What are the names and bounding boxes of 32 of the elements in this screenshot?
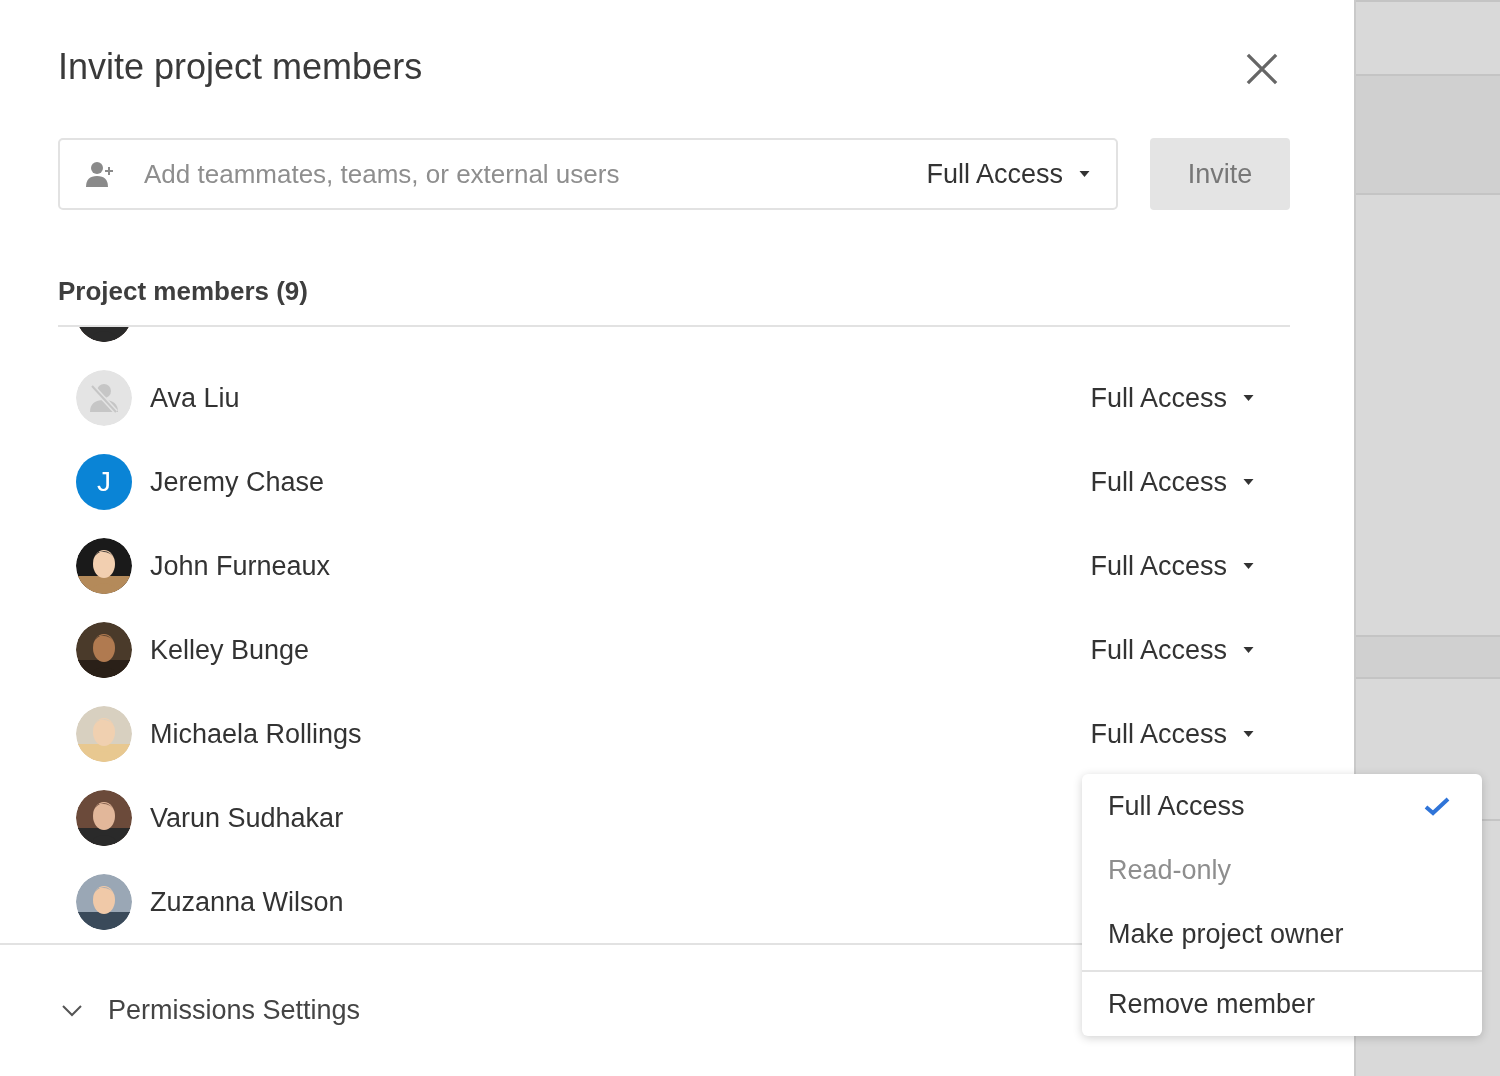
dialog-title: Invite project members — [58, 46, 423, 89]
access-dropdown[interactable]: Full Access — [1090, 634, 1254, 666]
close-icon[interactable] — [1246, 53, 1278, 85]
member-name: Jeremy Chase — [150, 466, 325, 498]
menu-item[interactable]: Make project owner — [1082, 902, 1482, 966]
chevron-icon — [62, 1004, 82, 1017]
access-dropdown[interactable]: Full Access — [926, 158, 1090, 190]
member-name: John Furneaux — [150, 550, 331, 582]
access-dropdown[interactable]: Full Access — [1090, 382, 1254, 414]
invite-button[interactable]: Invite — [1150, 138, 1290, 210]
menu-item[interactable]: Full Access — [1082, 774, 1482, 838]
member-name: Kelley Bunge — [150, 634, 310, 666]
permissions-toggle[interactable]: Permissions Settings — [62, 995, 361, 1026]
caret-icon — [1243, 731, 1254, 737]
member-name: Zuzanna Wilson — [150, 886, 344, 918]
access-dropdown[interactable]: Full Access — [1090, 718, 1254, 750]
caret-icon — [1243, 647, 1254, 653]
invite-field[interactable]: Add teammates, teams, or external users Full Access — [58, 138, 1118, 210]
caret-icon — [1243, 395, 1254, 401]
member-name: Michaela Rollings — [150, 718, 362, 750]
access-dropdown[interactable]: Full Access — [1090, 466, 1254, 498]
avatar-initial: J — [76, 454, 132, 510]
member-name: Ava Liu — [150, 382, 240, 414]
section-heading: Project members (9) — [58, 210, 1290, 327]
add-person-icon — [86, 161, 116, 187]
caret-icon — [1243, 563, 1254, 569]
member-name: Varun Sudhakar — [150, 802, 344, 834]
caret-icon — [1243, 479, 1254, 485]
avatar-placeholder-icon — [76, 370, 132, 426]
menu-item[interactable]: Remove member — [1082, 972, 1482, 1036]
access-dropdown[interactable]: Full Access — [1090, 550, 1254, 582]
caret-icon — [1079, 171, 1090, 177]
